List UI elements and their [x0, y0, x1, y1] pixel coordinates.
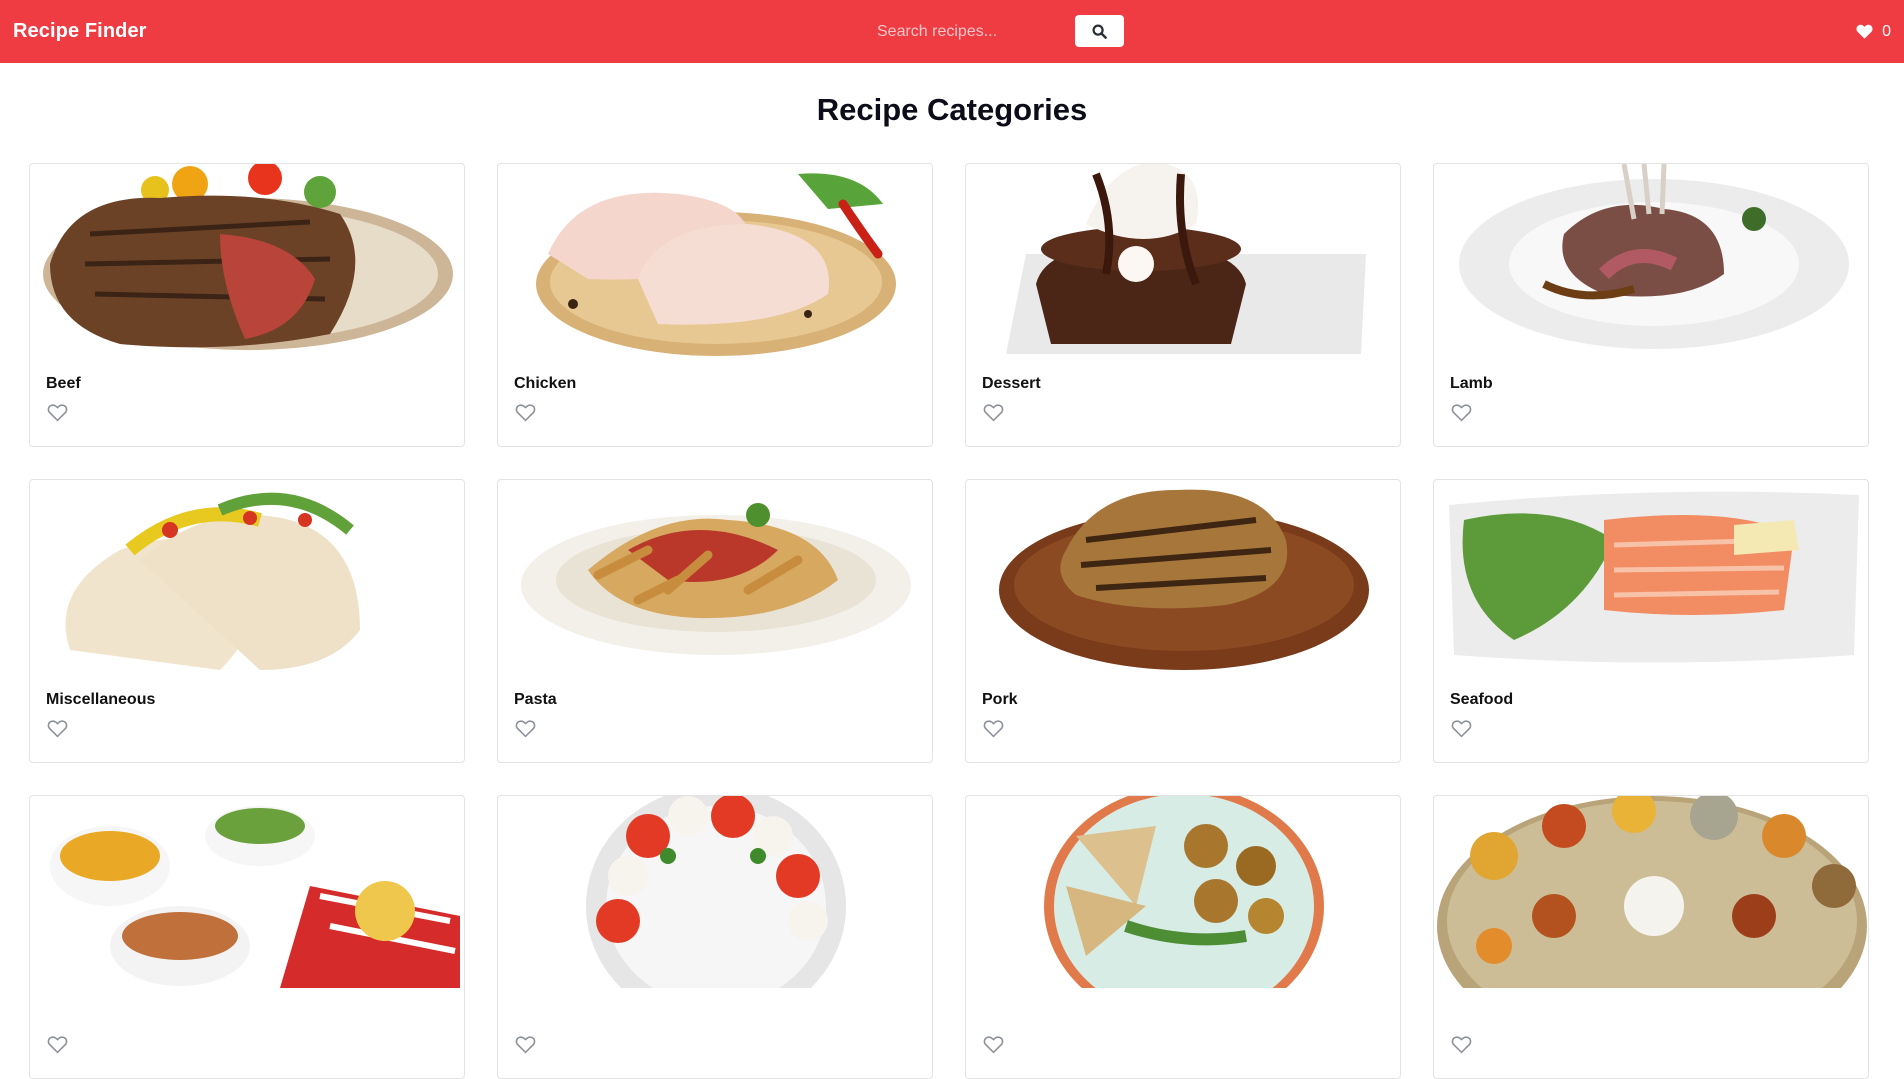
search-button[interactable]	[1075, 15, 1124, 47]
favorite-button[interactable]	[982, 719, 1004, 739]
heart-outline-icon	[1451, 720, 1471, 738]
category-grid: Beef Chicken Dessert Lamb Miscellaneous …	[29, 163, 1869, 1079]
search-input[interactable]	[862, 15, 1067, 48]
favorite-button[interactable]	[514, 719, 536, 739]
category-card-beef[interactable]: Beef	[29, 163, 465, 447]
category-card-lamb[interactable]: Lamb	[1433, 163, 1869, 447]
category-name: Pasta	[514, 691, 557, 708]
favorite-button[interactable]	[46, 719, 68, 739]
favorite-button[interactable]	[982, 1035, 1004, 1055]
favorite-button[interactable]	[1450, 1035, 1472, 1055]
heart-outline-icon	[983, 404, 1003, 422]
category-card-side[interactable]	[29, 795, 465, 1079]
category-card-starter[interactable]	[497, 795, 933, 1079]
brand-logo[interactable]: Recipe Finder	[13, 0, 147, 63]
category-name: Chicken	[514, 375, 577, 392]
navbar: Recipe Finder 0	[0, 0, 1904, 63]
favorites-count: 0	[1882, 22, 1891, 40]
favorite-button[interactable]	[514, 403, 536, 423]
category-image[interactable]	[1434, 164, 1868, 356]
page-title: Recipe Categories	[816, 92, 1088, 127]
category-card-miscellaneous[interactable]: Miscellaneous	[29, 479, 465, 763]
heart-outline-icon	[47, 720, 67, 738]
heart-outline-icon	[1451, 1036, 1471, 1054]
category-image[interactable]	[498, 480, 932, 672]
heart-outline-icon	[515, 404, 535, 422]
category-card-vegetarian[interactable]	[1433, 795, 1869, 1079]
heart-outline-icon	[983, 720, 1003, 738]
category-image[interactable]	[498, 164, 932, 356]
category-name: Lamb	[1450, 375, 1493, 392]
heart-outline-icon	[47, 404, 67, 422]
category-card-chicken[interactable]: Chicken	[497, 163, 933, 447]
favorite-button[interactable]	[1450, 719, 1472, 739]
search-icon	[1092, 23, 1107, 39]
heart-outline-icon	[983, 1036, 1003, 1054]
category-image[interactable]	[30, 164, 464, 356]
category-card-seafood[interactable]: Seafood	[1433, 479, 1869, 763]
favorite-button[interactable]	[514, 1035, 536, 1055]
category-card-dessert[interactable]: Dessert	[965, 163, 1401, 447]
favorite-button[interactable]	[1450, 403, 1472, 423]
category-image[interactable]	[966, 164, 1400, 356]
heart-outline-icon	[515, 1036, 535, 1054]
category-image[interactable]	[966, 796, 1400, 988]
category-name: Pork	[982, 691, 1018, 708]
category-card-vegan[interactable]	[965, 795, 1401, 1079]
category-card-pasta[interactable]: Pasta	[497, 479, 933, 763]
category-image[interactable]	[30, 796, 464, 988]
category-image[interactable]	[1434, 796, 1868, 988]
favorite-button[interactable]	[982, 403, 1004, 423]
category-name: Seafood	[1450, 691, 1514, 708]
category-card-pork[interactable]: Pork	[965, 479, 1401, 763]
favorites-counter[interactable]: 0	[1856, 0, 1891, 63]
heart-outline-icon	[1451, 404, 1471, 422]
category-name: Dessert	[982, 375, 1041, 392]
heart-outline-icon	[47, 1036, 67, 1054]
category-image[interactable]	[966, 480, 1400, 672]
favorite-button[interactable]	[46, 1035, 68, 1055]
heart-outline-icon	[515, 720, 535, 738]
category-image[interactable]	[1434, 480, 1868, 672]
category-name: Miscellaneous	[46, 691, 156, 708]
heart-icon	[1856, 24, 1873, 39]
favorite-button[interactable]	[46, 403, 68, 423]
category-image[interactable]	[30, 480, 464, 672]
category-name: Beef	[46, 375, 81, 392]
category-image[interactable]	[498, 796, 932, 988]
